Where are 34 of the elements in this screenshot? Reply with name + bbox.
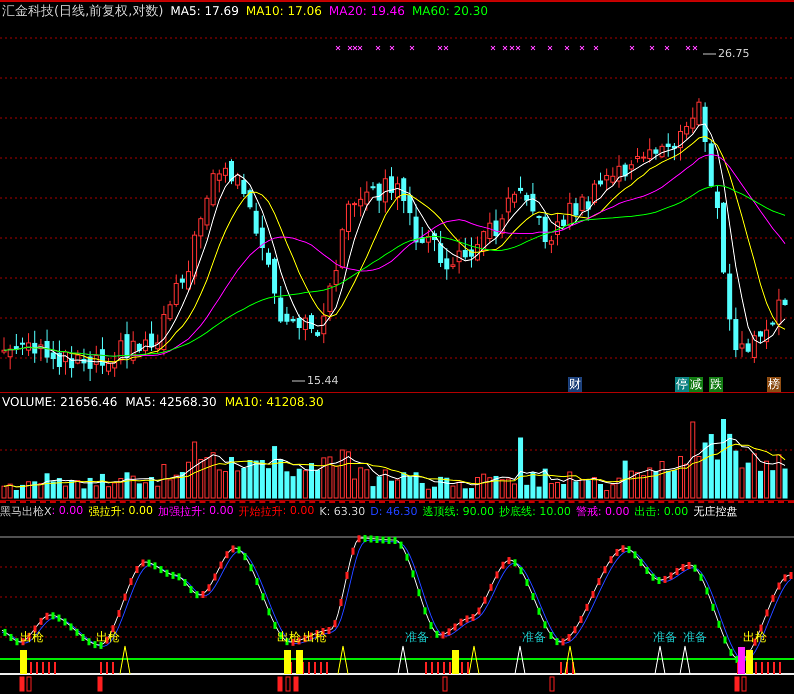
indicator-value: VOLUME: 21656.46 — [2, 394, 118, 408]
signal-marker: 准备 — [522, 630, 546, 644]
indicator-value: : 0.00 — [202, 504, 234, 519]
indicator-label: 开始拉升 — [238, 504, 283, 519]
indicator-value: MA10: 41208.30 — [224, 394, 324, 408]
signal-tag: 减 — [689, 377, 703, 392]
indicator-value: : 0.00 — [121, 504, 153, 519]
price-label: 15.44 — [307, 374, 338, 387]
chart-title: 汇金科技(日线,前复权,对数) — [2, 3, 164, 20]
signal-tag: 跌 — [709, 377, 723, 392]
indicator-label: 黑马出枪X — [0, 504, 52, 519]
indicator-label: 逃顶线: 90.00 — [422, 504, 494, 519]
indicator-label: 加强拉升 — [158, 504, 202, 519]
indicator-value: : 0.00 — [52, 504, 84, 519]
indicator-label: D: 46.30 — [370, 505, 418, 518]
signal-tag: 停 — [675, 377, 689, 392]
indicator-value: MA10: 17.06 — [246, 4, 322, 18]
indicator-label: 警戒: 0.00 — [576, 504, 630, 519]
indicator-value: MA20: 19.46 — [328, 4, 405, 18]
signal-tag: 财 — [568, 377, 582, 392]
signal-marker: 准备 — [653, 630, 677, 644]
indicator-label: 强拉升 — [88, 504, 122, 519]
signal-marker: 准备 — [683, 630, 707, 644]
indicator-value: : 0.00 — [282, 504, 314, 519]
signal-marker: 准备 — [405, 630, 429, 644]
indicator-label: K: 63.30 — [319, 505, 366, 518]
indicator-value: MA60: 20.30 — [412, 4, 488, 18]
indicator-value: MA5: 17.69 — [170, 4, 239, 18]
signal-tag: 榜 — [767, 377, 781, 392]
indicator-value: MA5: 42568.30 — [125, 394, 217, 408]
indicator-label: 无庄控盘 — [693, 504, 738, 519]
price-label: 26.75 — [718, 47, 750, 60]
indicator-label: 出击: 0.00 — [634, 504, 688, 519]
indicator-label: 抄底线: 10.00 — [499, 504, 571, 519]
